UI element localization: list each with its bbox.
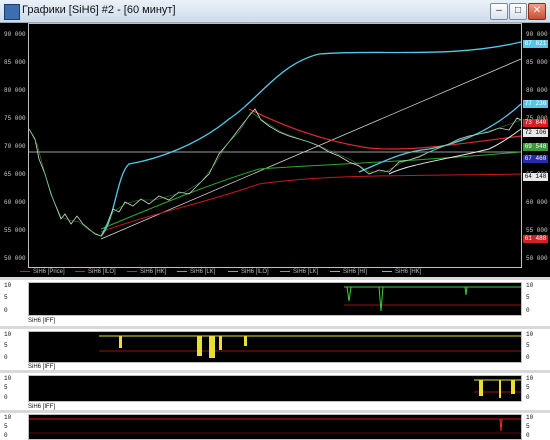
indicator-spike — [378, 286, 384, 312]
y-tick: 5 — [526, 384, 530, 391]
y-tick: 0 — [526, 432, 530, 439]
indicator-panel-3: 10 5 0 10 5 0 — [0, 373, 550, 404]
price-tag: 69 548 — [523, 143, 548, 151]
y-tick: 85 000 — [4, 59, 26, 66]
y-tick: 50 000 — [4, 255, 26, 262]
main-legend: SiH6 [Price] SiH6 [ILO] SiH6 [HK] SiH6 [… — [0, 268, 550, 277]
y-tick-right: 50 000 — [526, 255, 548, 262]
envelope-lower-cyan — [358, 103, 521, 173]
window-title: Графики [SiH6] #2 - [60 минут] — [22, 4, 176, 16]
y-tick-right: 90 000 — [526, 31, 548, 38]
y-tick-right: 80 000 — [526, 87, 548, 94]
y-tick: 5 — [526, 294, 530, 301]
y-tick: 10 — [4, 375, 12, 382]
main-chart-svg — [29, 41, 521, 240]
indicator-panel-1: 10 5 0 10 5 0 — [0, 280, 550, 318]
legend-item[interactable]: SiH6 [ILO] — [75, 269, 116, 275]
main-chart-panel: 90 000 85 000 80 000 75 000 70 000 65 00… — [0, 23, 550, 268]
indicator-svg-1 — [344, 286, 521, 312]
y-tick: 80 000 — [4, 87, 26, 94]
legend-item[interactable]: SiH6 [HI] — [330, 269, 367, 275]
legend-item[interactable]: SiH6 [Price] — [20, 269, 65, 275]
legend-item[interactable]: SiH6 [LK] — [280, 269, 318, 275]
indicator-svg-4 — [29, 418, 521, 434]
price-tag: 73 840 — [523, 119, 548, 127]
band-upper-red — [248, 108, 521, 150]
close-button[interactable]: ✕ — [528, 3, 546, 20]
y-tick: 10 — [526, 414, 534, 421]
indicator-bar — [244, 336, 247, 346]
indicator-spike — [499, 418, 503, 432]
y-tick: 5 — [4, 423, 8, 430]
price-series-shadow — [29, 111, 521, 237]
y-tick: 0 — [4, 354, 8, 361]
y-tick: 0 — [4, 394, 8, 401]
minimize-button[interactable]: – — [490, 3, 508, 20]
y-tick: 65 000 — [4, 171, 26, 178]
y-tick: 10 — [526, 331, 534, 338]
envelope-upper-cyan — [100, 41, 521, 237]
y-tick: 10 — [526, 375, 534, 382]
y-tick: 75 000 — [4, 115, 26, 122]
indicator-bar — [219, 336, 222, 350]
y-tick: 5 — [4, 342, 8, 349]
envelope-white — [388, 128, 521, 175]
y-tick: 60 000 — [4, 199, 26, 206]
indicator-spike — [464, 286, 468, 296]
price-tag: 72 106 — [523, 129, 548, 137]
y-tick: 55 000 — [4, 227, 26, 234]
legend-item[interactable]: SiH6 [ILO] — [228, 269, 269, 275]
y-tick: 5 — [526, 423, 530, 430]
y-tick: 90 000 — [4, 31, 26, 38]
indicator-plot-4[interactable] — [28, 414, 522, 440]
indicator-svg-2 — [99, 335, 521, 358]
indicator-bar — [511, 380, 515, 394]
y-tick: 10 — [4, 331, 12, 338]
indicator-bar — [499, 380, 501, 398]
indicator-panel-2: 10 5 0 10 5 0 — [0, 329, 550, 365]
indicator-panel-4: 10 5 0 10 5 0 — [0, 413, 550, 440]
y-tick: 10 — [4, 414, 12, 421]
indicator-bar — [119, 336, 122, 348]
maximize-button[interactable]: □ — [509, 3, 527, 20]
y-tick-right: 55 000 — [526, 227, 548, 234]
y-tick: 5 — [526, 342, 530, 349]
y-tick: 0 — [526, 394, 530, 401]
indicator-plot-1[interactable] — [28, 282, 522, 316]
indicator-bar — [209, 336, 215, 358]
y-tick: 5 — [4, 384, 8, 391]
indicator-spike — [346, 286, 352, 302]
y-tick: 0 — [526, 354, 530, 361]
main-plot-area[interactable] — [28, 23, 522, 268]
legend-item[interactable]: SiH6 [HK] — [127, 269, 166, 275]
y-tick: 10 — [4, 282, 12, 289]
band-green — [100, 151, 521, 230]
price-tag: 87 821 — [523, 40, 548, 48]
legend-item[interactable]: SiH6 [LK] — [177, 269, 215, 275]
legend-item[interactable]: SiH6 [HK] — [382, 269, 421, 275]
indicator-bar — [479, 380, 483, 396]
indicator-label: SiH6 [IFF] — [28, 318, 56, 324]
price-tag: 64 148 — [523, 173, 548, 181]
indicator-bar — [197, 336, 202, 356]
y-tick: 0 — [4, 432, 8, 439]
app-icon — [4, 4, 20, 20]
y-tick: 70 000 — [4, 143, 26, 150]
y-tick-right: 85 000 — [526, 59, 548, 66]
y-tick: 5 — [4, 294, 8, 301]
y-tick: 10 — [526, 282, 534, 289]
indicator-svg-3 — [474, 379, 521, 398]
price-tag: 77 236 — [523, 100, 548, 108]
window-titlebar: Графики [SiH6] #2 - [60 минут] – □ ✕ — [0, 0, 550, 23]
price-tag: 61 488 — [523, 235, 548, 243]
y-tick-right: 60 000 — [526, 199, 548, 206]
y-tick: 0 — [526, 307, 530, 314]
indicator-plot-3[interactable] — [28, 375, 522, 402]
y-tick: 0 — [4, 307, 8, 314]
price-tag: 67 460 — [523, 155, 548, 163]
indicator-plot-2[interactable] — [28, 331, 522, 363]
